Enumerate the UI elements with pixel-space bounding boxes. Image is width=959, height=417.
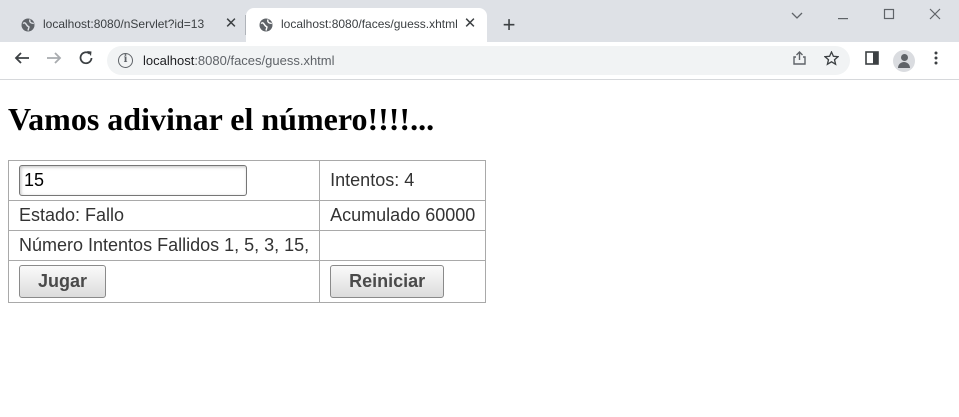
play-button[interactable]: Jugar xyxy=(19,265,107,298)
game-table: Intentos: 4 Estado: Fallo Acumulado 6000… xyxy=(7,160,487,303)
address-url[interactable]: localhost:8080/faces/guess.xhtml xyxy=(143,53,335,68)
reset-button[interactable]: Reiniciar xyxy=(330,265,445,298)
browser-toolbar: i localhost:8080/faces/guess.xhtml xyxy=(0,42,959,80)
kebab-menu-icon[interactable] xyxy=(925,50,947,72)
address-bar[interactable]: i localhost:8080/faces/guess.xhtml xyxy=(107,46,850,75)
accumulated-cell: Acumulado 60000 xyxy=(319,200,487,231)
avatar-body xyxy=(898,62,910,68)
empty-cell xyxy=(319,230,487,261)
maximize-icon xyxy=(883,8,895,20)
guess-input[interactable] xyxy=(19,165,247,196)
table-row: Estado: Fallo Acumulado 60000 xyxy=(7,200,487,231)
side-panel-icon xyxy=(865,51,879,65)
star-icon xyxy=(822,50,840,66)
maximize-icon[interactable] xyxy=(877,4,901,28)
chevron-down-icon xyxy=(791,12,803,19)
window-close-icon[interactable] xyxy=(923,4,947,28)
avatar-head xyxy=(901,54,908,61)
minimize-icon xyxy=(838,18,848,20)
page-content: Vamos adivinar el número!!!!... Intentos… xyxy=(0,81,959,417)
globe-icon xyxy=(21,18,35,32)
url-path: :8080/faces/guess.xhtml xyxy=(194,53,335,68)
close-icon[interactable]: ✕ xyxy=(462,16,478,32)
url-host: localhost xyxy=(143,53,195,68)
table-row: Número Intentos Fallidos 1, 5, 3, 15, xyxy=(7,230,487,261)
tab-strip: localhost:8080/nServlet?id=13 ✕ localhos… xyxy=(0,0,959,42)
arrow-right-icon xyxy=(47,52,62,64)
tab-title: localhost:8080/nServlet?id=13 xyxy=(43,17,205,31)
reload-button[interactable] xyxy=(75,50,97,72)
table-row: Intentos: 4 xyxy=(7,160,487,201)
status-cell: Estado: Fallo xyxy=(7,200,321,231)
avatar-icon[interactable] xyxy=(893,50,915,72)
close-icon[interactable]: ✕ xyxy=(223,16,239,32)
arrow-left-icon xyxy=(14,52,29,64)
reload-icon xyxy=(79,51,93,65)
attempts-cell: Intentos: 4 xyxy=(319,160,487,201)
tab-title: localhost:8080/faces/guess.xhtml xyxy=(281,17,458,31)
tab-nservlet[interactable]: localhost:8080/nServlet?id=13 ✕ xyxy=(8,8,246,42)
play-cell: Jugar xyxy=(7,260,321,303)
info-icon[interactable]: i xyxy=(118,53,133,68)
share-icon[interactable] xyxy=(789,51,809,71)
back-button[interactable] xyxy=(11,50,33,72)
guess-cell xyxy=(7,160,321,201)
page-title: Vamos adivinar el número!!!!... xyxy=(8,101,435,137)
forward-button[interactable] xyxy=(43,50,65,72)
table-row: Jugar Reiniciar xyxy=(7,260,487,303)
minimize-icon[interactable] xyxy=(831,4,855,28)
plus-icon[interactable]: + xyxy=(497,14,521,38)
tab-guess[interactable]: localhost:8080/faces/guess.xhtml ✕ xyxy=(246,8,487,42)
share-icon xyxy=(792,51,806,65)
chevron-down-icon[interactable] xyxy=(785,4,809,28)
globe-icon xyxy=(259,18,273,32)
star-icon[interactable] xyxy=(821,50,841,71)
failed-attempts-cell: Número Intentos Fallidos 1, 5, 3, 15, xyxy=(7,230,321,261)
kebab-menu-icon xyxy=(934,51,938,65)
window-close-icon xyxy=(929,8,941,20)
side-panel-icon[interactable] xyxy=(861,50,883,72)
reset-cell: Reiniciar xyxy=(319,260,487,303)
